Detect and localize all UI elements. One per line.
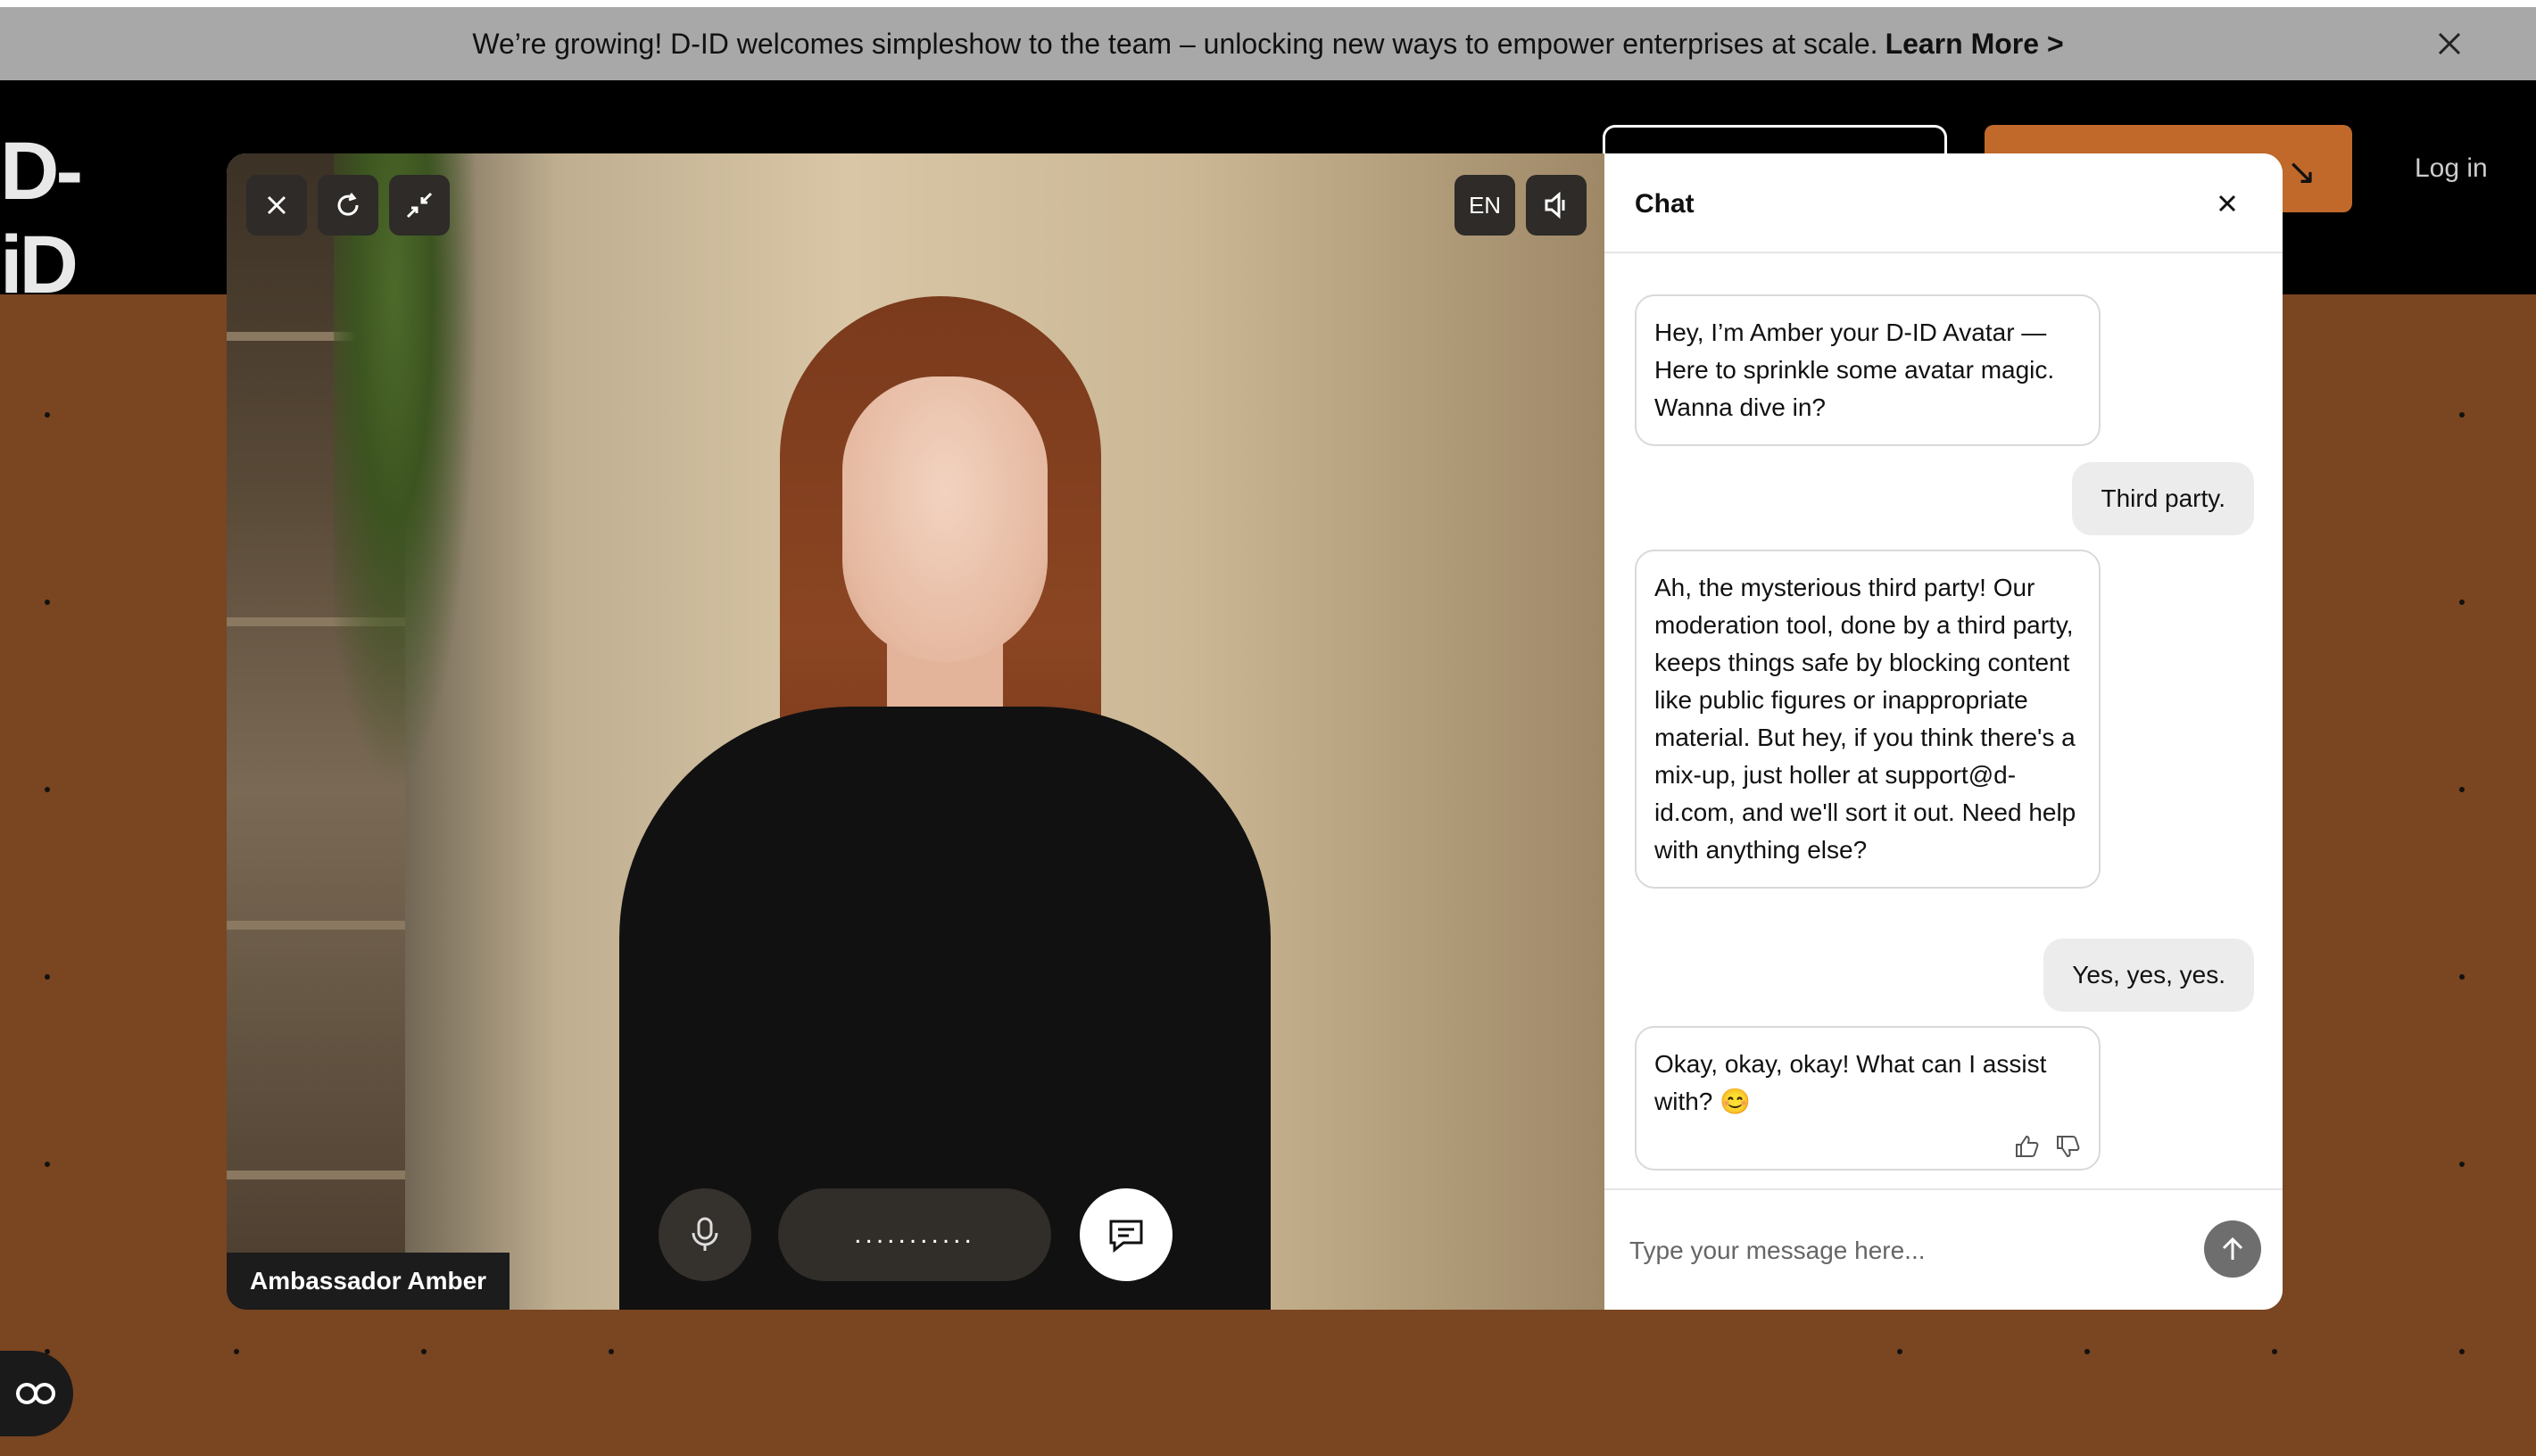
top-strip (0, 0, 2536, 7)
bg-dot (2272, 1349, 2277, 1354)
bg-dot (234, 1349, 239, 1354)
bg-dot (45, 412, 50, 418)
avatar-video: EN Ambassador Amber ........... (227, 153, 1604, 1310)
avatar-name: Ambassador Amber (250, 1267, 487, 1295)
did-logo[interactable]: D-iD (0, 116, 125, 310)
login-link[interactable]: Log in (2415, 153, 2488, 184)
microphone-button[interactable] (659, 1188, 751, 1281)
chat-header: Chat (1604, 153, 2283, 253)
chat-title: Chat (1635, 189, 1695, 219)
avatar-name-tag: Ambassador Amber (227, 1253, 510, 1310)
announcement-banner: We’re growing! D-ID welcomes simpleshow … (0, 7, 2536, 80)
chat-input-area (1604, 1188, 2283, 1310)
collapse-icon (406, 192, 433, 219)
bg-dot (421, 1349, 427, 1354)
message-text: Yes, yes, yes. (2072, 961, 2225, 989)
chat-panel: Chat Hey, I’m Amber your D-ID Avatar — H… (1604, 153, 2283, 1310)
message-text: Ah, the mysterious third party! Our mode… (1654, 574, 2076, 864)
chat-message-user: Third party. (2072, 462, 2254, 535)
banner-learn-more-link[interactable]: Learn More > (1885, 28, 2064, 61)
bg-dot (2084, 1349, 2090, 1354)
bg-dot (45, 600, 50, 605)
chat-message-bot: Hey, I’m Amber your D-ID Avatar — Here t… (1635, 294, 2101, 446)
sound-button[interactable] (1526, 175, 1587, 236)
message-text: Hey, I’m Amber your D-ID Avatar — Here t… (1654, 318, 2055, 421)
logo-text: D-iD (0, 126, 83, 310)
bg-dot (45, 974, 50, 980)
chat-message-bot: Okay, okay, okay! What can I assist with… (1635, 1026, 2101, 1171)
bg-dot (2459, 787, 2465, 792)
chat-icon (1109, 1220, 1143, 1253)
language-button[interactable]: EN (1454, 175, 1515, 236)
plant (334, 153, 485, 831)
chat-message-input[interactable] (1629, 1222, 2183, 1279)
bg-dot (2459, 412, 2465, 418)
thumbs-up-icon[interactable] (2013, 1133, 2040, 1160)
bg-dot (609, 1349, 614, 1354)
thumbs-down-icon[interactable] (2054, 1133, 2081, 1160)
chat-close-icon[interactable] (2211, 187, 2243, 219)
microphone-icon (692, 1217, 718, 1251)
status-dots: ........... (854, 1220, 975, 1249)
message-text: Third party. (2101, 484, 2225, 512)
bg-dot (1897, 1349, 1902, 1354)
speaker-icon (1545, 191, 1565, 219)
bg-dot (2459, 1162, 2465, 1167)
chat-message-bot: Ah, the mysterious third party! Our mode… (1635, 550, 2101, 889)
bg-dot (2459, 600, 2465, 605)
avatar-modal: EN Ambassador Amber ........... Chat Hey… (227, 153, 2283, 1310)
bg-dot (45, 787, 50, 792)
feedback-buttons (2013, 1133, 2081, 1160)
bg-dot (2459, 1349, 2465, 1354)
banner-close-icon[interactable] (2434, 29, 2465, 59)
restart-button[interactable] (318, 175, 378, 236)
arrow-down-right-icon: ↘ (2286, 153, 2316, 192)
chat-toggle-button[interactable] (1080, 1188, 1173, 1281)
bg-dot (45, 1162, 50, 1167)
close-icon (267, 195, 286, 215)
arrow-up-icon (2222, 1237, 2243, 1260)
avatar-face (842, 376, 1048, 662)
captions-icon (16, 1383, 55, 1404)
close-video-button[interactable] (246, 175, 307, 236)
send-button[interactable] (2204, 1220, 2261, 1278)
voice-status-indicator: ........... (778, 1188, 1051, 1281)
closed-captions-button[interactable] (0, 1351, 73, 1436)
chat-message-user: Yes, yes, yes. (2043, 939, 2254, 1012)
message-text: Okay, okay, okay! What can I assist with… (1654, 1050, 2047, 1115)
language-label: EN (1468, 191, 1502, 219)
minimize-button[interactable] (389, 175, 450, 236)
bg-dot (2459, 974, 2465, 980)
banner-text: We’re growing! D-ID welcomes simpleshow … (472, 27, 1878, 60)
refresh-icon (337, 193, 359, 216)
